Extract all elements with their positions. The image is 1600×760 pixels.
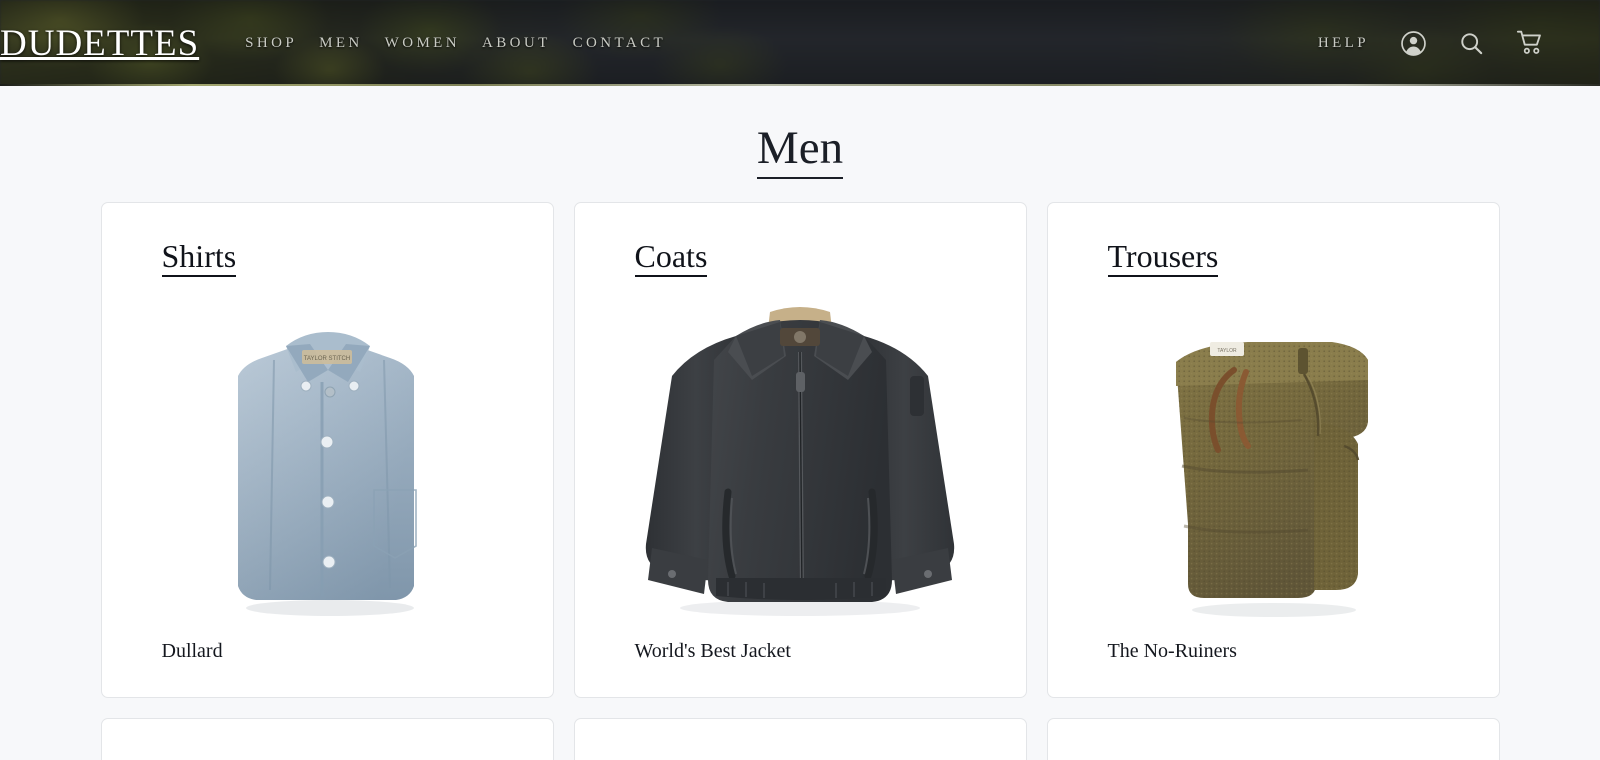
card-heading-shirts[interactable]: Shirts (161, 238, 237, 278)
category-card-row2-1[interactable] (100, 718, 554, 760)
nav-shop[interactable]: SHOP (245, 35, 297, 52)
product-image-worlds-best-jacket (575, 270, 1026, 640)
product-label-dullard: Dullard (161, 640, 223, 663)
nav-contact[interactable]: CONTACT (573, 35, 666, 52)
nav-about[interactable]: ABOUT (482, 35, 551, 52)
category-card-row2-2[interactable] (573, 718, 1027, 760)
search-icon[interactable] (1458, 30, 1485, 57)
product-label-the-no-ruiners: The No-Ruiners (1107, 640, 1237, 663)
product-image-dullard: TAYLOR STITCH (102, 270, 553, 640)
svg-text:TAYLOR: TAYLOR (1217, 348, 1237, 354)
svg-text:TAYLOR STITCH: TAYLOR STITCH (304, 356, 350, 362)
site-header: DUDETTES SHOP MEN WOMEN ABOUT CONTACT HE… (0, 0, 1600, 86)
cart-icon[interactable] (1516, 29, 1544, 57)
page-title: Men (0, 86, 1600, 179)
card-heading-trousers[interactable]: Trousers (1107, 238, 1219, 278)
product-label-worlds-best-jacket: World's Best Jacket (634, 640, 791, 663)
site-logo[interactable]: DUDETTES (0, 22, 199, 65)
category-card-grid: Shirts TAYLOR STITCH Dullard Coats World… (0, 175, 1600, 760)
main-content: Men Shirts TAYLOR STITCH Dullard Coats W… (0, 86, 1600, 760)
nav-women[interactable]: WOMEN (385, 35, 460, 52)
card-heading-coats[interactable]: Coats (634, 238, 708, 278)
category-card-shirts[interactable]: Shirts TAYLOR STITCH Dullard (100, 202, 554, 699)
nav-men[interactable]: MEN (319, 35, 363, 52)
category-card-coats[interactable]: Coats World's Best Jacket (573, 202, 1027, 699)
account-icon[interactable] (1400, 30, 1427, 57)
header-utility-nav: HELP (1318, 29, 1600, 57)
page-title-text: Men (756, 122, 844, 179)
category-card-row2-3[interactable] (1046, 718, 1500, 760)
category-card-trousers[interactable]: Trousers TAYLOR The No-Ruiners (1046, 202, 1500, 699)
help-link[interactable]: HELP (1318, 35, 1369, 52)
main-navigation: SHOP MEN WOMEN ABOUT CONTACT (245, 35, 666, 52)
product-image-the-no-ruiners: TAYLOR (1048, 270, 1499, 640)
